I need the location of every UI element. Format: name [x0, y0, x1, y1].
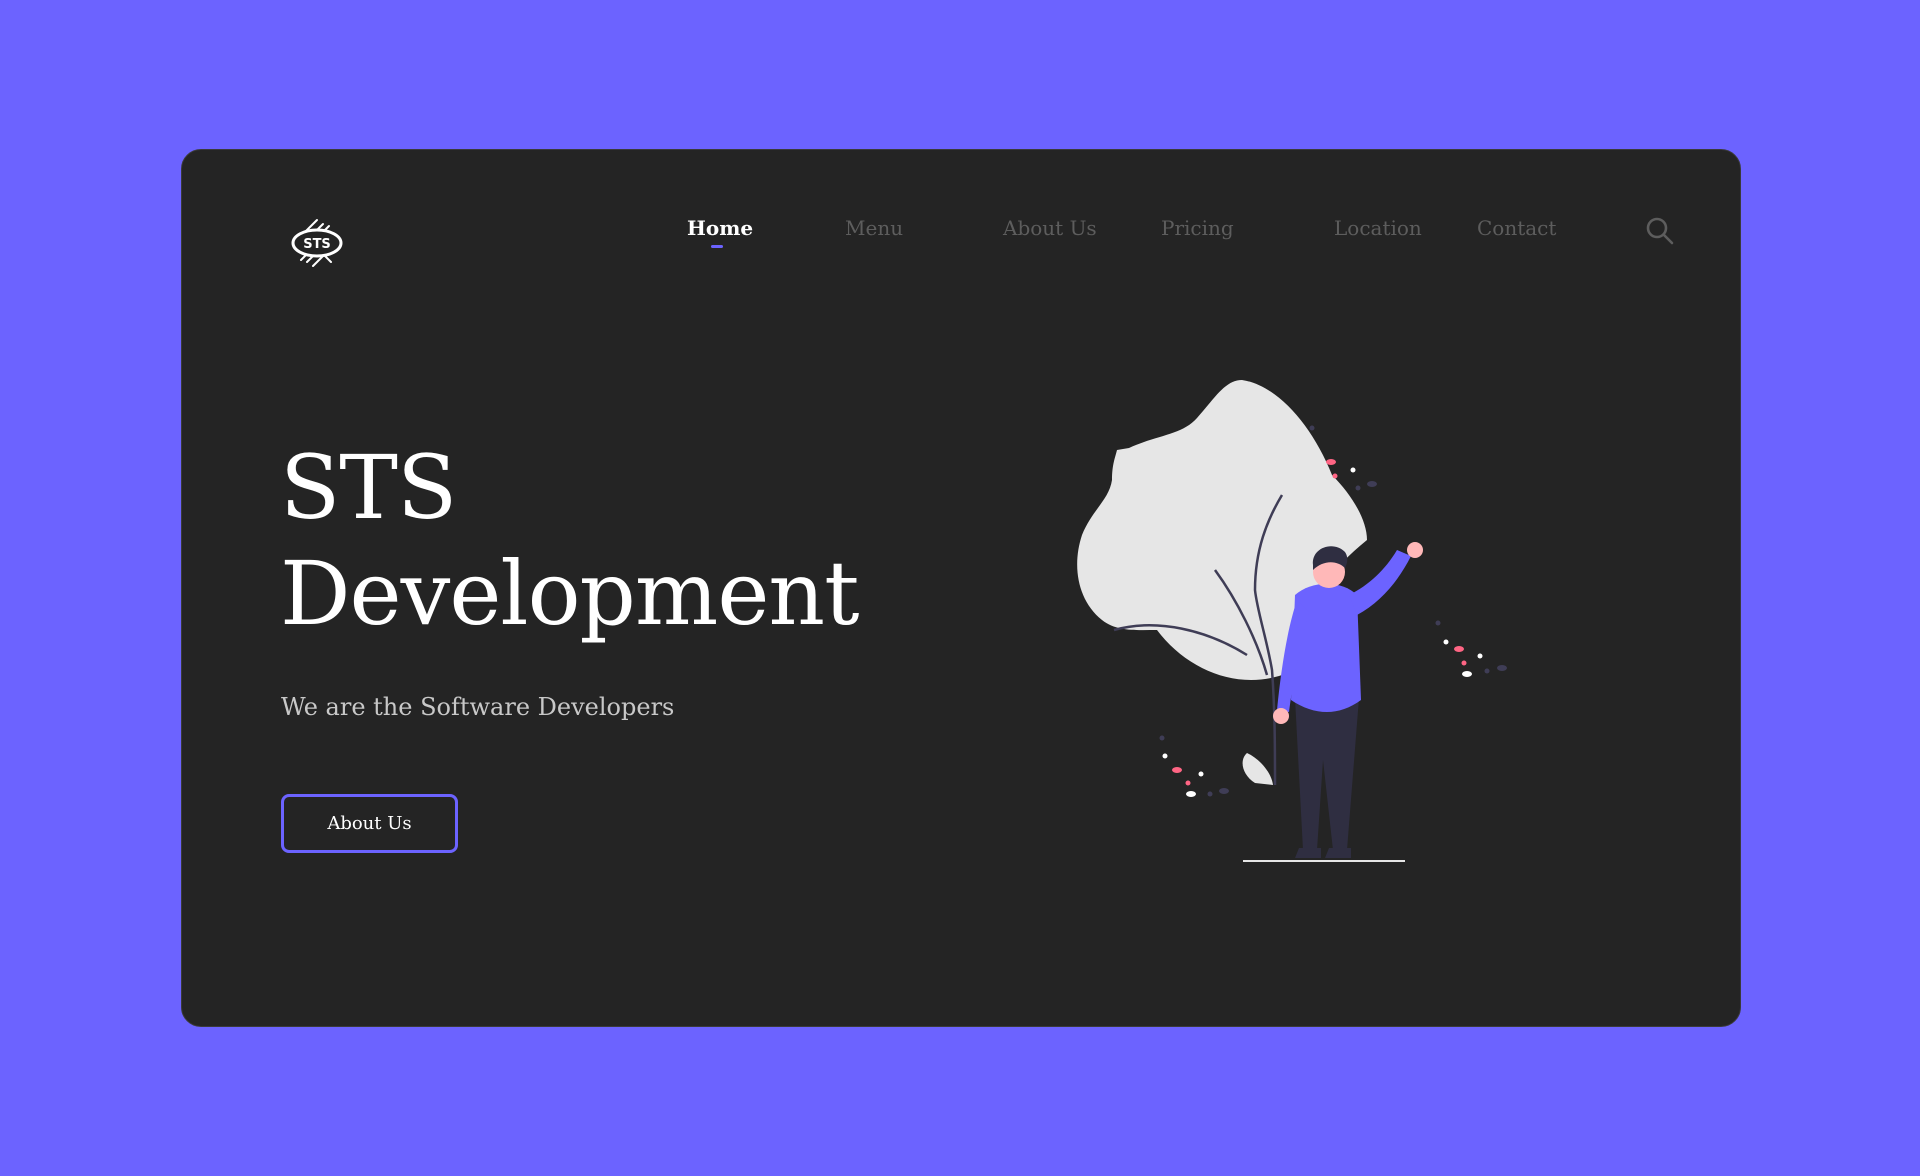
about-us-button[interactable]: About Us [281, 794, 458, 853]
nav-pricing[interactable]: Pricing [1161, 216, 1234, 240]
logo-text: STS [303, 237, 331, 252]
sts-logo[interactable]: STS [287, 214, 347, 274]
title-line-2: Development [280, 542, 859, 645]
nav-contact[interactable]: Contact [1477, 216, 1556, 240]
nav-location[interactable]: Location [1334, 216, 1422, 240]
title-line-1: STS [280, 436, 457, 539]
nav-about-us[interactable]: About Us [1003, 216, 1097, 240]
hero-card: STS Home Menu About Us Pricing Location … [181, 149, 1741, 1027]
page-title: STS Development [280, 435, 859, 647]
search-icon[interactable] [1645, 216, 1675, 246]
nav-home[interactable]: Home [687, 216, 753, 240]
hero-subtitle: We are the Software Developers [281, 693, 675, 721]
nav-menu[interactable]: Menu [845, 216, 903, 240]
nav-active-indicator [711, 245, 723, 248]
person-waving-illustration [1077, 380, 1507, 862]
